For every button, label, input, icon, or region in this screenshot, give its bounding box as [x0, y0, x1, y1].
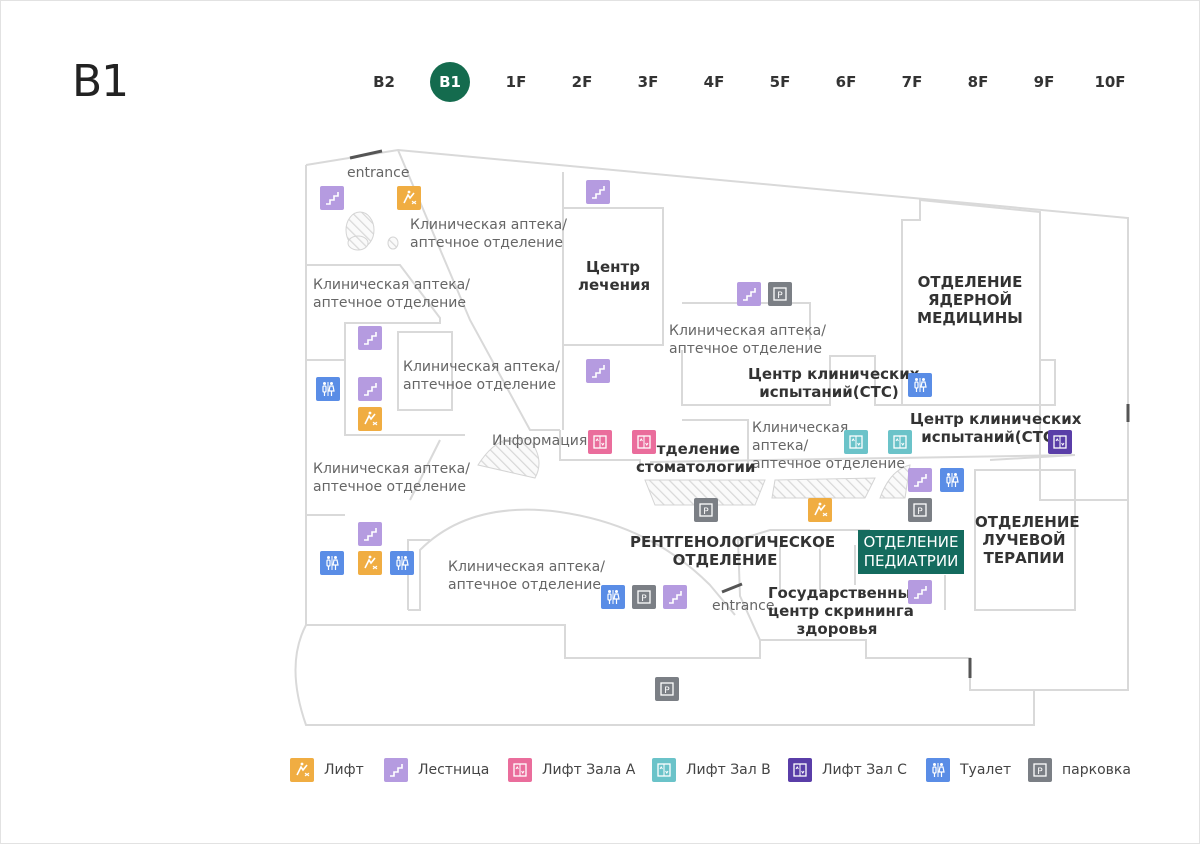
ctc-label: Центр клинических испытаний(CTC)	[748, 365, 920, 401]
legend-item-parking: P парковка	[1028, 757, 1131, 783]
elevator-icon	[290, 758, 314, 782]
lift-b-icon	[652, 758, 676, 782]
legend-label: Туалет	[960, 762, 1012, 778]
legend-item-stairs: Лестница	[384, 757, 489, 783]
lift-a-icon	[508, 758, 532, 782]
legend-item-lift-a: Лифт Зала A	[508, 757, 635, 783]
parking-icon[interactable]: P	[694, 498, 718, 522]
legend-label: Лифт Зал B	[686, 762, 771, 778]
legend-label: Лифт Зал C	[822, 762, 907, 778]
pharmacy-label: Клиническая аптека/ аптечное отделение	[752, 420, 905, 472]
treatment-center-label: Центр лечения	[578, 258, 651, 294]
pharmacy-label: Клиническая аптека/ аптечное отделение	[669, 323, 826, 357]
pharmacy-label: Клиническая аптека/ аптечное отделение	[313, 277, 470, 311]
screening-center-label: Государственный центр скрининга здоровья	[768, 584, 922, 638]
svg-text:P: P	[917, 507, 923, 517]
pharmacy-label: Клиническая аптека/ аптечное отделение	[410, 217, 567, 251]
stairs-icon[interactable]	[737, 282, 761, 306]
toilet-icon[interactable]	[601, 585, 625, 609]
pediatrics-label: ОТДЕЛЕНИЕ ПЕДИАТРИИ	[863, 533, 959, 570]
toilet-icon[interactable]	[390, 551, 414, 575]
parking-icon: P	[1028, 758, 1052, 782]
stairs-icon[interactable]	[586, 359, 610, 383]
stairs-icon[interactable]	[663, 585, 687, 609]
elevator-icon[interactable]	[358, 551, 382, 575]
svg-text:P: P	[641, 594, 647, 604]
elevator-icon[interactable]	[358, 407, 382, 431]
toilet-icon[interactable]	[316, 377, 340, 401]
parking-icon[interactable]: P	[768, 282, 792, 306]
information-label: Информация	[492, 433, 588, 449]
lift-a-icon[interactable]	[588, 430, 612, 454]
lift-b-icon[interactable]	[844, 430, 868, 454]
stairs-icon[interactable]	[358, 377, 382, 401]
svg-text:P: P	[777, 291, 783, 301]
pharmacy-label: Клиническая аптека/ аптечное отделение	[403, 359, 560, 393]
pharmacy-label: Клиническая аптека/ аптечное отделение	[448, 559, 605, 593]
parking-icon[interactable]: P	[908, 498, 932, 522]
stairs-icon[interactable]	[908, 580, 932, 604]
pharmacy-label: Клиническая аптека/ аптечное отделение	[313, 461, 470, 495]
toilet-icon[interactable]	[940, 468, 964, 492]
parking-icon[interactable]: P	[632, 585, 656, 609]
stairs-icon[interactable]	[358, 326, 382, 350]
legend-item-lift-c: Лифт Зал C	[788, 757, 907, 783]
lift-c-icon[interactable]	[1048, 430, 1072, 454]
radiation-therapy-label: ОТДЕЛЕНИЕ ЛУЧЕВОЙ ТЕРАПИИ	[975, 513, 1080, 567]
legend-label: Лестница	[418, 762, 490, 778]
entrance-marker-top	[349, 149, 383, 160]
elevator-icon[interactable]	[808, 498, 832, 522]
legend-label: парковка	[1062, 762, 1131, 778]
stairs-icon	[384, 758, 408, 782]
lift-b-icon[interactable]	[888, 430, 912, 454]
legend-item-elevator: Лифт	[290, 757, 364, 783]
radiology-label: РЕНТГЕНОЛОГИЧЕСКОЕ ОТДЕЛЕНИЕ	[630, 533, 836, 569]
svg-text:P: P	[1037, 767, 1043, 777]
svg-text:P: P	[703, 507, 709, 517]
nuclear-medicine-label: ОТДЕЛЕНИЕ ЯДЕРНОЙ МЕДИЦИНЫ	[917, 273, 1023, 327]
legend-label: Лифт Зала A	[542, 762, 636, 778]
pediatrics-highlight[interactable]: ОТДЕЛЕНИЕ ПЕДИАТРИИ	[858, 530, 964, 574]
elevator-icon[interactable]	[397, 186, 421, 210]
legend-item-toilet: Туалет	[926, 757, 1011, 783]
svg-text:P: P	[664, 686, 670, 696]
stairs-icon[interactable]	[320, 186, 344, 210]
lift-a-icon[interactable]	[632, 430, 656, 454]
lift-c-icon	[788, 758, 812, 782]
parking-icon[interactable]: P	[655, 677, 679, 701]
toilet-icon[interactable]	[320, 551, 344, 575]
entrance-label-bottom: entrance	[712, 598, 775, 614]
stairs-icon[interactable]	[586, 180, 610, 204]
legend-label: Лифт	[324, 762, 364, 778]
toilet-icon	[926, 758, 950, 782]
legend-item-lift-b: Лифт Зал B	[652, 757, 771, 783]
entrance-label-top: entrance	[347, 165, 410, 181]
toilet-icon[interactable]	[908, 373, 932, 397]
stairs-icon[interactable]	[908, 468, 932, 492]
stairs-icon[interactable]	[358, 522, 382, 546]
